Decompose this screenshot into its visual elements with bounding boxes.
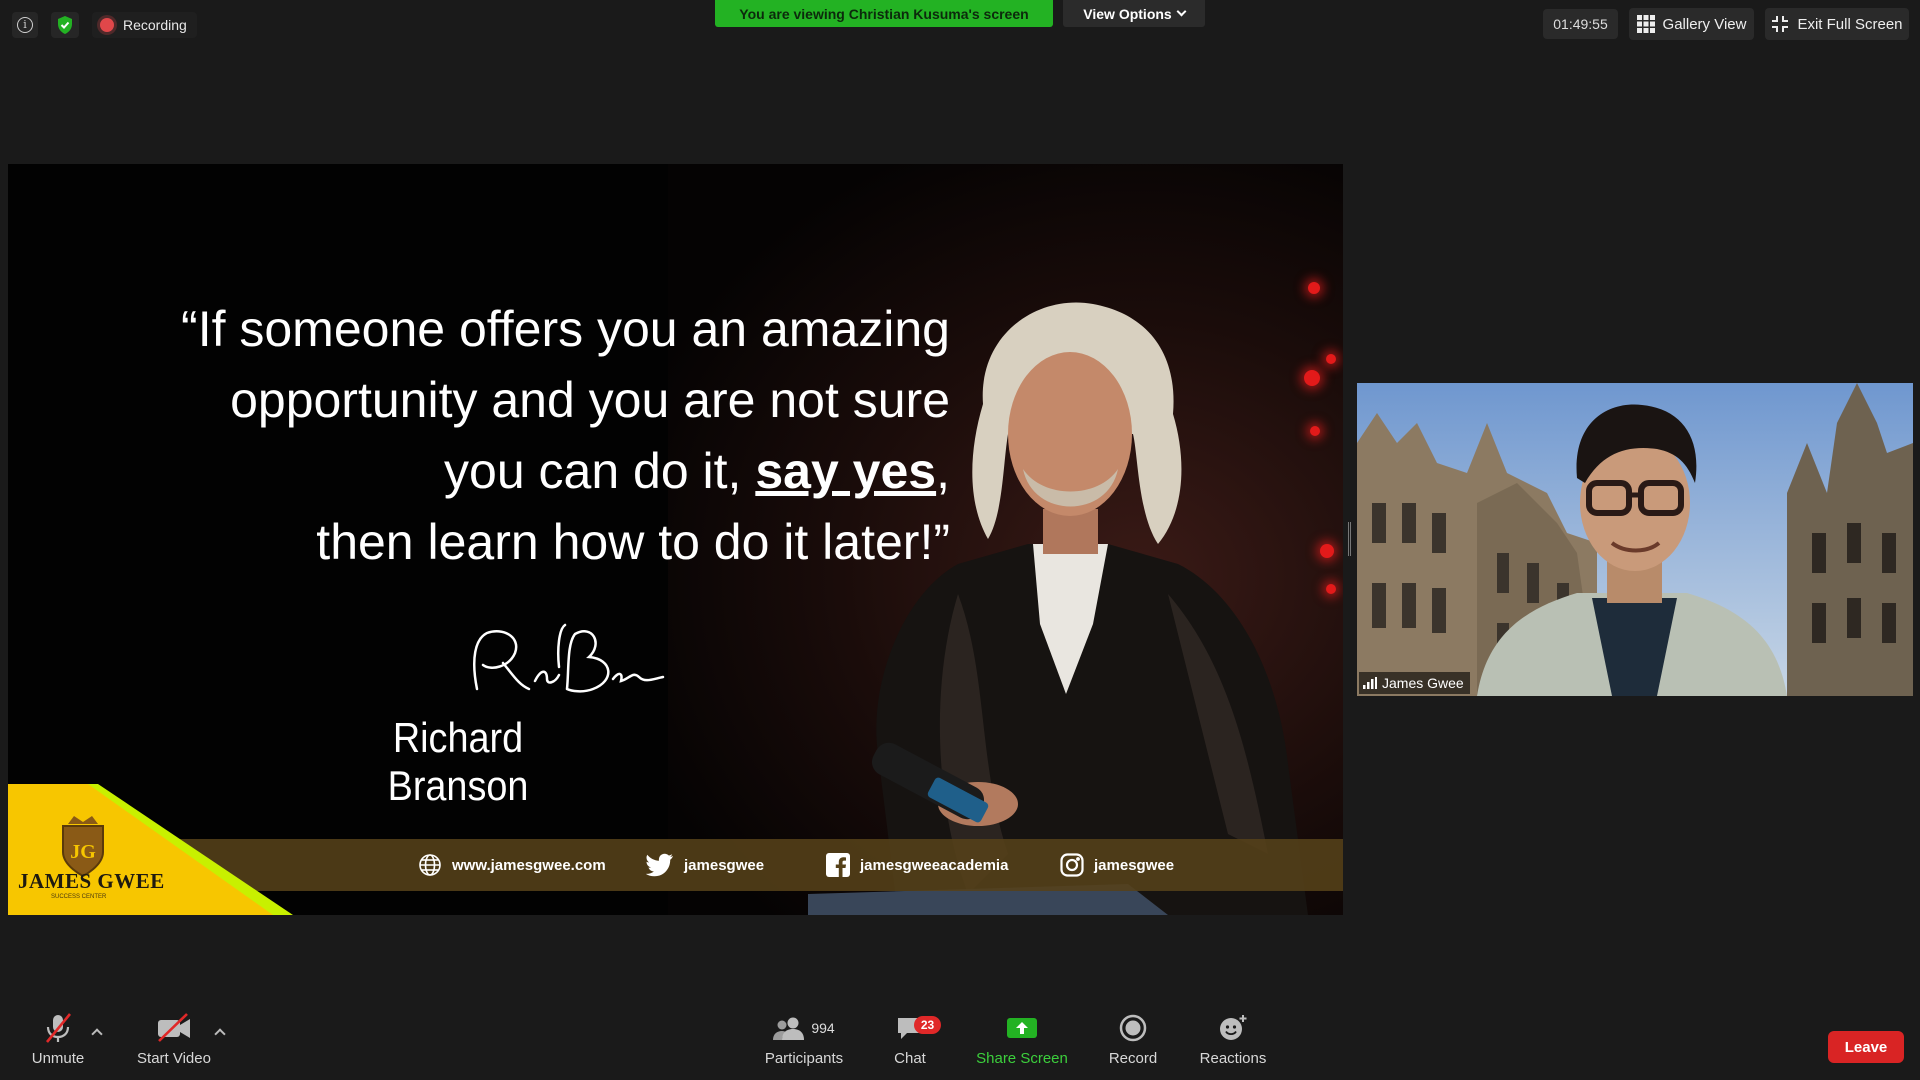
participant-video-feed xyxy=(1357,383,1913,696)
twitter-handle: jamesgwee xyxy=(684,856,765,874)
record-button[interactable]: Record xyxy=(1100,1008,1166,1080)
quote-author: Richard Branson xyxy=(387,714,529,809)
twitter-icon xyxy=(646,853,673,877)
recording-indicator[interactable]: Recording xyxy=(92,12,197,38)
grid-icon xyxy=(1636,15,1655,33)
recording-dot-icon xyxy=(100,18,114,32)
leave-meeting-button[interactable]: Leave xyxy=(1828,1031,1904,1063)
social-instagram: jamesgwee xyxy=(1060,839,1174,891)
quote-line: “If someone offers you an amazing xyxy=(181,301,950,357)
quote-text: , xyxy=(936,443,950,499)
exit-full-screen-label: Exit Full Screen xyxy=(1797,15,1903,33)
quote-line: opportunity and you are not sure xyxy=(230,372,950,428)
viewing-screen-banner: You are viewing Christian Kusuma's scree… xyxy=(715,0,1053,27)
share-screen-icon xyxy=(1007,1018,1037,1038)
social-twitter: jamesgwee xyxy=(646,839,764,891)
meeting-timer: 01:49:55 xyxy=(1543,9,1618,39)
gallery-view-label: Gallery View xyxy=(1662,15,1747,33)
participants-label: Participants xyxy=(764,1050,844,1067)
share-screen-label: Share Screen xyxy=(976,1050,1068,1067)
quote-text: you can do it, xyxy=(444,443,756,499)
start-video-label: Start Video xyxy=(137,1050,211,1067)
reactions-smiley-icon xyxy=(1220,1015,1247,1040)
quote-line: you can do it, say yes, xyxy=(8,436,950,507)
meeting-top-bar: i Recording You are viewing Christian Ku… xyxy=(0,0,1920,50)
instagram-icon xyxy=(1060,853,1084,877)
quote-line: then learn how to do it later!” xyxy=(316,514,950,570)
video-camera-off-icon xyxy=(158,1013,190,1042)
participant-video-tile[interactable]: James Gwee xyxy=(1357,383,1913,696)
reactions-label: Reactions xyxy=(1199,1050,1267,1067)
chevron-down-icon xyxy=(1176,6,1187,17)
security-shield-button[interactable] xyxy=(51,12,79,38)
start-video-button[interactable]: Start Video xyxy=(130,1008,218,1080)
exit-full-screen-button[interactable]: Exit Full Screen xyxy=(1765,8,1909,40)
brand-logo-subtitle: SUCCESS CENTER xyxy=(51,894,107,900)
chat-button[interactable]: 23 Chat xyxy=(882,1008,941,1080)
signature-image xyxy=(473,623,665,693)
website-text: www.jamesgwee.com xyxy=(452,856,606,874)
stage-light xyxy=(1308,282,1320,294)
svg-text:JG: JG xyxy=(70,841,96,863)
record-icon xyxy=(1119,1014,1147,1042)
share-screen-button[interactable]: Share Screen xyxy=(972,1008,1072,1080)
social-facebook: jamesgweeacademia xyxy=(826,839,1008,891)
reactions-button[interactable]: Reactions xyxy=(1193,1008,1273,1080)
facebook-handle: jamesgweeacademia xyxy=(860,856,1009,874)
participant-name: James Gwee xyxy=(1382,675,1464,691)
shared-screen-slide: “If someone offers you an amazing opport… xyxy=(8,164,1343,915)
unmute-button[interactable]: Unmute xyxy=(24,1008,92,1080)
shield-check-icon xyxy=(58,16,72,34)
meeting-controls-toolbar: Unmute Start Video 994 Participants 23 C… xyxy=(0,1008,1920,1080)
participants-count: 994 xyxy=(811,1020,835,1036)
meeting-info-button[interactable]: i xyxy=(12,12,38,38)
participants-icon xyxy=(773,1017,805,1040)
audio-options-caret-icon[interactable] xyxy=(91,1028,103,1040)
social-links-bar: www.jamesgwee.com jamesgwee jamesgweeaca… xyxy=(128,839,1343,891)
social-website: www.jamesgwee.com xyxy=(418,839,606,891)
instagram-handle: jamesgwee xyxy=(1094,856,1175,874)
gallery-view-button[interactable]: Gallery View xyxy=(1629,8,1754,40)
recording-label: Recording xyxy=(123,17,187,33)
quote-emphasis: say yes xyxy=(755,443,937,499)
chat-unread-badge: 23 xyxy=(914,1016,941,1034)
view-options-button[interactable]: View Options xyxy=(1063,0,1205,27)
microphone-muted-icon xyxy=(45,1013,72,1043)
slide-quote: “If someone offers you an amazing opport… xyxy=(8,294,950,578)
chat-label: Chat xyxy=(894,1050,926,1067)
panel-resize-handle[interactable] xyxy=(1348,522,1351,556)
view-options-label: View Options xyxy=(1083,5,1172,22)
participants-button[interactable]: 994 Participants xyxy=(756,1008,852,1080)
participant-name-tag: James Gwee xyxy=(1359,672,1470,694)
facebook-icon xyxy=(826,853,850,877)
exit-full-screen-icon xyxy=(1772,16,1789,32)
signal-strength-icon xyxy=(1363,677,1377,689)
brand-logo-name: JAMES GWEE xyxy=(18,869,165,893)
record-label: Record xyxy=(1108,1050,1158,1067)
unmute-label: Unmute xyxy=(31,1050,85,1067)
info-icon: i xyxy=(17,17,33,33)
globe-icon xyxy=(419,854,441,876)
